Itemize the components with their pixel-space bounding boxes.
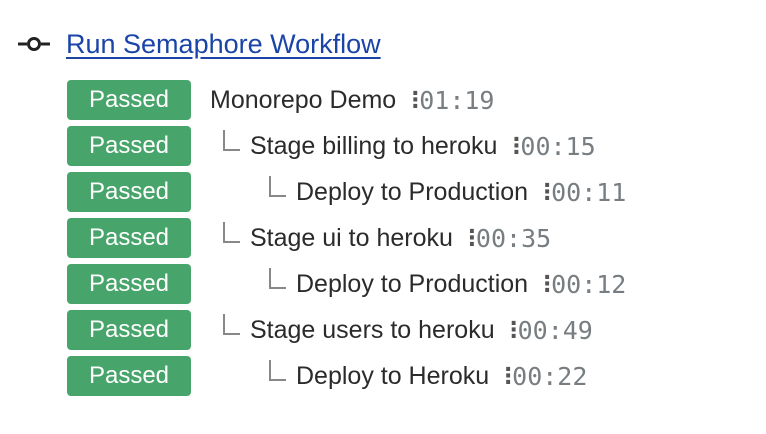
workflow-header: Run Semaphore Workflow bbox=[18, 26, 381, 62]
duration: 00:35 bbox=[475, 223, 552, 253]
pipeline-row: Passed Stage ui to heroku ⋮ 00:35 bbox=[67, 215, 626, 261]
more-vertical-icon[interactable]: ⋮ bbox=[536, 271, 558, 297]
more-vertical-icon[interactable]: ⋮ bbox=[461, 225, 483, 251]
pipeline-name[interactable]: Stage billing to heroku bbox=[250, 132, 497, 161]
more-vertical-icon[interactable]: ⋮ bbox=[505, 133, 527, 159]
tree-branch-icon bbox=[269, 360, 286, 381]
status-badge: Passed bbox=[67, 310, 191, 350]
duration: 00:15 bbox=[520, 131, 596, 161]
more-vertical-icon[interactable]: ⋮ bbox=[497, 363, 519, 389]
tree-branch-icon bbox=[223, 314, 240, 335]
pipeline-name[interactable]: Deploy to Production bbox=[296, 270, 528, 299]
status-badge: Passed bbox=[67, 218, 191, 258]
pipeline-row: Passed Stage users to heroku ⋮ 00:49 bbox=[67, 307, 626, 353]
workflow-title-link[interactable]: Run Semaphore Workflow bbox=[66, 29, 381, 60]
status-badge: Passed bbox=[67, 264, 191, 304]
pipeline-row: Passed Deploy to Production ⋮ 00:11 bbox=[67, 169, 626, 215]
duration: 00:11 bbox=[551, 177, 627, 207]
duration: 00:49 bbox=[517, 315, 593, 345]
tree-branch-icon bbox=[223, 130, 240, 151]
pipeline-name[interactable]: Monorepo Demo bbox=[210, 86, 396, 115]
status-badge: Passed bbox=[67, 356, 191, 396]
pipeline-row: Passed Deploy to Heroku ⋮ 00:22 bbox=[67, 353, 626, 399]
status-badge: Passed bbox=[67, 172, 191, 212]
more-vertical-icon[interactable]: ⋮ bbox=[503, 317, 525, 343]
tree-branch-icon bbox=[223, 222, 240, 243]
pipeline-name[interactable]: Stage ui to heroku bbox=[250, 224, 453, 253]
pipeline-name[interactable]: Deploy to Production bbox=[296, 178, 528, 207]
more-vertical-icon[interactable]: ⋮ bbox=[404, 87, 426, 113]
pipeline-row: Passed Monorepo Demo ⋮ 01:19 bbox=[67, 77, 626, 123]
duration: 01:19 bbox=[419, 85, 495, 115]
commit-icon bbox=[18, 37, 50, 51]
duration: 00:22 bbox=[512, 361, 588, 391]
pipeline-row: Passed Deploy to Production ⋮ 00:12 bbox=[67, 261, 626, 307]
pipeline-name[interactable]: Deploy to Heroku bbox=[296, 362, 489, 391]
pipeline-row: Passed Stage billing to heroku ⋮ 00:15 bbox=[67, 123, 626, 169]
pipeline-list: Passed Monorepo Demo ⋮ 01:19 Passed Stag… bbox=[67, 77, 626, 399]
more-vertical-icon[interactable]: ⋮ bbox=[536, 179, 558, 205]
tree-branch-icon bbox=[269, 268, 286, 289]
tree-branch-icon bbox=[269, 176, 286, 197]
status-badge: Passed bbox=[67, 126, 191, 166]
status-badge: Passed bbox=[67, 80, 191, 120]
duration: 00:12 bbox=[551, 269, 627, 299]
pipeline-name[interactable]: Stage users to heroku bbox=[250, 316, 495, 345]
